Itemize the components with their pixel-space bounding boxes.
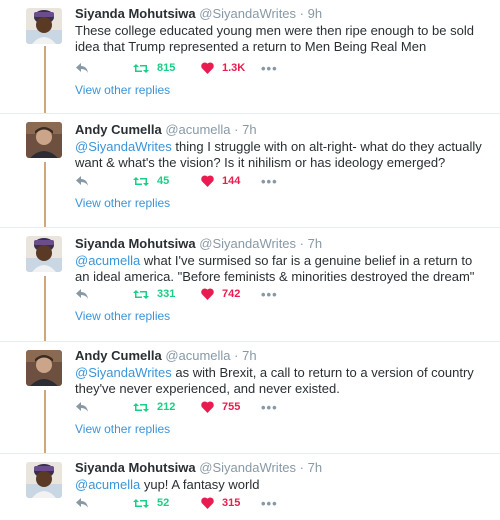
- mention-link[interactable]: @SiyandaWrites: [75, 139, 172, 154]
- tweet-text: @acumella what I've surmised so far is a…: [75, 253, 488, 285]
- retweet-icon: [133, 63, 149, 73]
- like-button[interactable]: 742: [201, 288, 240, 300]
- reply-icon: [76, 498, 88, 508]
- like-button[interactable]: 144: [201, 175, 240, 187]
- retweet-icon: [133, 402, 149, 412]
- like-count: 144: [222, 175, 241, 187]
- author-handle[interactable]: @acumella: [165, 348, 230, 363]
- heart-icon: [201, 497, 214, 509]
- tweet-body: These college educated young men were th…: [75, 23, 474, 54]
- author-handle[interactable]: @SiyandaWrites: [199, 236, 296, 251]
- reply-icon: [76, 289, 88, 299]
- more-options-button[interactable]: •••: [261, 400, 278, 415]
- timestamp[interactable]: 9h: [308, 6, 322, 21]
- retweet-count: 212: [157, 401, 176, 413]
- reply-icon: [76, 63, 88, 73]
- tweet: Andy Cumella @acumella · 7h @SiyandaWrit…: [0, 342, 500, 454]
- retweet-count: 815: [157, 62, 176, 74]
- author-name[interactable]: Andy Cumella: [75, 122, 162, 137]
- retweet-button[interactable]: 331: [133, 288, 175, 300]
- reply-button[interactable]: [75, 401, 89, 413]
- like-button[interactable]: 755: [201, 401, 240, 413]
- avatar-andy[interactable]: [26, 350, 62, 386]
- mention-link[interactable]: @acumella: [75, 253, 140, 268]
- avatar-siyanda[interactable]: [26, 8, 62, 44]
- tweet-body: yup! A fantasy world: [140, 477, 260, 492]
- like-count: 755: [222, 401, 241, 413]
- separator: ·: [234, 348, 239, 363]
- author-handle[interactable]: @SiyandaWrites: [199, 460, 296, 475]
- more-options-button[interactable]: •••: [261, 174, 278, 189]
- timestamp[interactable]: 7h: [308, 236, 322, 251]
- separator: ·: [299, 236, 305, 251]
- like-count: 1.3K: [222, 62, 246, 74]
- avatar-siyanda[interactable]: [26, 236, 62, 272]
- tweet-text: @SiyandaWrites thing I struggle with on …: [75, 139, 488, 171]
- timestamp[interactable]: 7h: [242, 348, 256, 363]
- retweet-icon: [133, 498, 149, 508]
- like-button[interactable]: 1.3K: [201, 62, 245, 74]
- retweet-button[interactable]: 45: [133, 175, 169, 187]
- retweet-count: 52: [157, 497, 170, 509]
- like-count: 315: [222, 497, 241, 509]
- avatar-andy[interactable]: [26, 122, 62, 158]
- mention-link[interactable]: @SiyandaWrites: [75, 365, 172, 380]
- retweet-icon: [133, 289, 149, 299]
- heart-icon: [201, 401, 214, 413]
- tweet-actions: 212 755 •••: [75, 398, 277, 416]
- like-button[interactable]: 315: [201, 497, 240, 509]
- author-name[interactable]: Siyanda Mohutsiwa: [75, 6, 196, 21]
- tweet-actions: 45 144 •••: [75, 172, 277, 190]
- reply-icon: [76, 402, 88, 412]
- tweet-text: These college educated young men were th…: [75, 23, 488, 55]
- author-name[interactable]: Siyanda Mohutsiwa: [75, 236, 196, 251]
- like-count: 742: [222, 288, 241, 300]
- tweet-actions: 52 315 •••: [75, 494, 277, 512]
- timestamp[interactable]: 7h: [242, 122, 256, 137]
- retweet-button[interactable]: 52: [133, 497, 169, 509]
- heart-icon: [201, 288, 214, 300]
- tweet: Siyanda Mohutsiwa @SiyandaWrites · 7h @a…: [0, 454, 500, 520]
- retweet-count: 331: [157, 288, 176, 300]
- heart-icon: [201, 175, 214, 187]
- more-options-button[interactable]: •••: [261, 61, 278, 76]
- reply-button[interactable]: [75, 175, 89, 187]
- tweet-actions: 331 742 •••: [75, 285, 277, 303]
- more-options-button[interactable]: •••: [261, 287, 278, 302]
- heart-icon: [201, 62, 214, 74]
- view-other-replies-link[interactable]: View other replies: [75, 196, 170, 210]
- separator: ·: [234, 122, 239, 137]
- reply-button[interactable]: [75, 62, 89, 74]
- tweet-actions: 815 1.3K •••: [75, 59, 277, 77]
- tweet: Andy Cumella @acumella · 7h @SiyandaWrit…: [0, 114, 500, 228]
- reply-button[interactable]: [75, 288, 89, 300]
- tweet: Siyanda Mohutsiwa @SiyandaWrites · 9h Th…: [0, 0, 500, 114]
- tweet: Siyanda Mohutsiwa @SiyandaWrites · 7h @a…: [0, 228, 500, 342]
- avatar-siyanda[interactable]: [26, 462, 62, 498]
- retweet-count: 45: [157, 175, 170, 187]
- view-other-replies-link[interactable]: View other replies: [75, 309, 170, 323]
- author-handle[interactable]: @SiyandaWrites: [199, 6, 296, 21]
- retweet-button[interactable]: 815: [133, 62, 175, 74]
- author-name[interactable]: Andy Cumella: [75, 348, 162, 363]
- timestamp[interactable]: 7h: [308, 460, 322, 475]
- tweet-text: @acumella yup! A fantasy world: [75, 477, 488, 493]
- reply-icon: [76, 176, 88, 186]
- mention-link[interactable]: @acumella: [75, 477, 140, 492]
- separator: ·: [299, 460, 305, 475]
- view-other-replies-link[interactable]: View other replies: [75, 83, 170, 97]
- tweet-text: @SiyandaWrites as with Brexit, a call to…: [75, 365, 488, 397]
- author-handle[interactable]: @acumella: [165, 122, 230, 137]
- reply-button[interactable]: [75, 497, 89, 509]
- view-other-replies-link[interactable]: View other replies: [75, 422, 170, 436]
- retweet-button[interactable]: 212: [133, 401, 175, 413]
- author-name[interactable]: Siyanda Mohutsiwa: [75, 460, 196, 475]
- more-options-button[interactable]: •••: [261, 496, 278, 511]
- retweet-icon: [133, 176, 149, 186]
- separator: ·: [299, 6, 305, 21]
